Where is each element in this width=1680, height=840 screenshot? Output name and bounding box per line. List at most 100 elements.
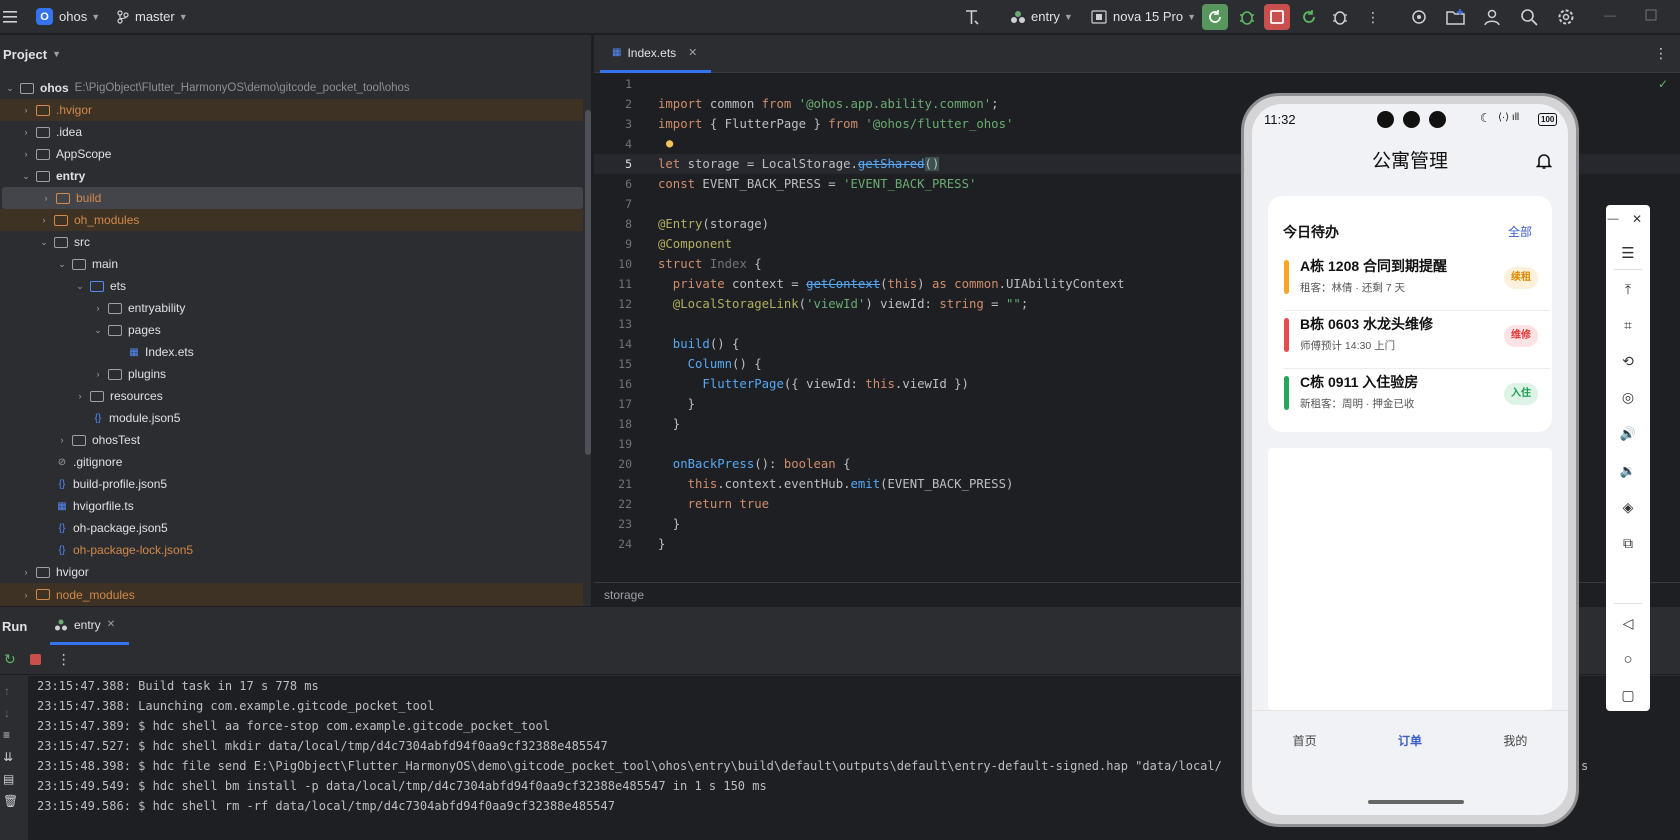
lightbulb-icon[interactable]: ● xyxy=(666,136,673,150)
tree-item-pages[interactable]: ⌄ pages xyxy=(0,319,583,341)
pin-top-icon[interactable]: ⤒ xyxy=(1606,277,1650,301)
tree-item-ets[interactable]: ⌄ ets xyxy=(0,275,583,297)
close-tab-icon[interactable]: ✕ xyxy=(688,46,697,59)
emulator-close-icon[interactable]: ✕ xyxy=(1622,207,1652,231)
run-config-selector[interactable]: entry ▼ xyxy=(1010,9,1073,24)
todo-item[interactable]: A栋 1208 合同到期提醒 租客：林倩 · 还剩 7 天 续租 xyxy=(1268,246,1552,304)
expanded-arrow-icon[interactable]: ⌄ xyxy=(38,237,50,248)
scroll-to-end-icon[interactable]: ⇊ xyxy=(3,750,13,764)
tree-item-main[interactable]: ⌄ main xyxy=(0,253,583,275)
screenshot-icon[interactable]: ◈ xyxy=(1606,495,1650,519)
collapsed-arrow-icon[interactable]: › xyxy=(92,303,104,313)
expanded-arrow-icon[interactable]: ⌄ xyxy=(20,171,32,182)
tree-item-build[interactable]: › build xyxy=(2,187,583,209)
bell-icon[interactable] xyxy=(1535,152,1553,173)
collapsed-arrow-icon[interactable]: › xyxy=(20,567,32,577)
branch-selector[interactable]: master ▼ xyxy=(117,9,188,24)
account-button[interactable] xyxy=(1483,8,1501,29)
view-all-link[interactable]: 全部 xyxy=(1508,223,1532,240)
tree-item-index-ets[interactable]: ▦ Index.ets xyxy=(0,341,583,363)
todo-item[interactable]: B栋 0603 水龙头维修 师傅预计 14:30 上门 维修 xyxy=(1268,304,1552,362)
collapsed-arrow-icon[interactable]: › xyxy=(74,391,86,401)
tree-item-appscope[interactable]: › AppScope xyxy=(0,143,583,165)
print-icon[interactable]: ▤ xyxy=(3,772,14,786)
nav-home[interactable]: 首页 xyxy=(1252,732,1357,749)
home-indicator[interactable] xyxy=(1368,800,1464,804)
phone-screen[interactable]: 11:32 ☾ ⟨·⟩ ıll 100 公寓管理 今日待办 全部 A栋 1208… xyxy=(1252,104,1568,815)
settings-button[interactable] xyxy=(1557,8,1575,29)
tree-item-module-json5[interactable]: {} module.json5 xyxy=(0,407,583,429)
nav-orders[interactable]: 订单 xyxy=(1357,732,1462,749)
search-button[interactable] xyxy=(1520,8,1538,29)
device-selector[interactable]: nova 15 Pro ▼ xyxy=(1091,9,1196,24)
tree-item-oh-package[interactable]: {} oh-package.json5 xyxy=(0,517,583,539)
tree-root[interactable]: ⌄ ohos E:\PigObject\Flutter_HarmonyOS\de… xyxy=(0,77,583,99)
tree-item-hvigor-folder[interactable]: › .hvigor xyxy=(0,99,583,121)
expanded-arrow-icon[interactable]: ⌄ xyxy=(4,83,16,94)
tree-item-node-modules[interactable]: › node_modules xyxy=(0,583,583,606)
nav-mine[interactable]: 我的 xyxy=(1463,732,1568,749)
volume-up-icon[interactable]: 🔊 xyxy=(1606,422,1650,446)
expanded-arrow-icon[interactable]: ⌄ xyxy=(92,325,104,336)
tree-item-ohostest[interactable]: › ohosTest xyxy=(0,429,583,451)
trash-icon[interactable]: 🗑 xyxy=(3,794,18,808)
close-tab-icon[interactable]: ✕ xyxy=(107,619,115,630)
hammer-build-icon[interactable] xyxy=(963,8,981,26)
tree-item-plugins[interactable]: › plugins xyxy=(0,363,583,385)
record-icon[interactable]: ◎ xyxy=(1606,385,1650,409)
project-scrollbar[interactable] xyxy=(585,110,591,455)
more-vertical-icon[interactable]: ⋮ xyxy=(57,651,71,668)
rotate-icon[interactable]: ⟲ xyxy=(1606,349,1650,373)
crop-screenshot-icon[interactable]: ⌗ xyxy=(1606,313,1650,337)
project-selector[interactable]: O ohos ▼ xyxy=(36,8,100,25)
up-arrow-icon[interactable]: ↑ xyxy=(4,684,10,698)
recents-square-icon[interactable]: ▢ xyxy=(1606,683,1650,707)
project-panel-header[interactable]: Project ▼ xyxy=(0,35,591,73)
collapsed-arrow-icon[interactable]: › xyxy=(20,149,32,159)
tree-item-hvigorfile[interactable]: ▦ hvigorfile.ts xyxy=(0,495,583,517)
tree-item-entry[interactable]: ⌄ entry xyxy=(0,165,583,187)
collapsed-arrow-icon[interactable]: › xyxy=(92,369,104,379)
breadcrumb-item[interactable]: storage xyxy=(604,588,644,602)
rerun-button[interactable] xyxy=(1202,4,1228,30)
collapsed-arrow-icon[interactable]: › xyxy=(38,215,50,225)
tree-item-hvigor[interactable]: › hvigor xyxy=(0,561,583,583)
device-manager-button[interactable] xyxy=(1410,8,1428,29)
collapsed-arrow-icon[interactable]: › xyxy=(20,127,32,137)
tree-item-gitignore[interactable]: ⊘ .gitignore xyxy=(0,451,583,473)
run-tab-entry[interactable]: entry ✕ xyxy=(50,607,130,645)
tree-item-build-profile[interactable]: {} build-profile.json5 xyxy=(0,473,583,495)
rerun-icon[interactable]: ↻ xyxy=(4,651,16,668)
collapsed-arrow-icon[interactable]: › xyxy=(20,590,32,600)
soft-wrap-icon[interactable]: ≡ xyxy=(3,728,10,742)
attach-debugger-button[interactable] xyxy=(1331,8,1349,29)
expanded-arrow-icon[interactable]: ⌄ xyxy=(74,281,86,292)
back-triangle-icon[interactable]: ◁ xyxy=(1606,611,1650,635)
tree-item-oh-modules[interactable]: › oh_modules xyxy=(0,209,583,231)
collapsed-arrow-icon[interactable]: › xyxy=(56,435,68,445)
stop-icon[interactable] xyxy=(29,654,41,665)
multi-device-icon[interactable]: ⧉ xyxy=(1606,531,1650,555)
down-arrow-icon[interactable]: ↓ xyxy=(4,706,10,720)
tree-item-oh-package-lock[interactable]: {} oh-package-lock.json5 xyxy=(0,539,583,561)
maximize-window-icon[interactable] xyxy=(1645,9,1657,21)
expanded-arrow-icon[interactable]: ⌄ xyxy=(56,259,68,270)
collapsed-arrow-icon[interactable]: › xyxy=(40,193,52,203)
tree-item-resources[interactable]: › resources xyxy=(0,385,583,407)
apply-changes-button[interactable] xyxy=(1300,8,1318,29)
more-vertical-icon[interactable]: ⋮ xyxy=(1366,9,1380,26)
stop-button[interactable] xyxy=(1264,4,1290,30)
volume-down-icon[interactable]: 🔉 xyxy=(1606,459,1650,483)
tree-item-idea[interactable]: › .idea xyxy=(0,121,583,143)
tree-item-entryability[interactable]: › entryability xyxy=(0,297,583,319)
home-circle-icon[interactable]: ○ xyxy=(1606,647,1650,671)
editor-tab-index-ets[interactable]: ▦ Index.ets ✕ xyxy=(600,35,712,73)
tree-item-src[interactable]: ⌄ src xyxy=(0,231,583,253)
debug-button[interactable] xyxy=(1238,8,1256,29)
editor-more-icon[interactable]: ⋮ xyxy=(1654,45,1668,62)
collapsed-arrow-icon[interactable]: › xyxy=(20,105,32,115)
todo-item[interactable]: C栋 0911 入住验房 新租客：周明 · 押金已收 入住 xyxy=(1268,362,1552,420)
hamburger-menu-icon[interactable] xyxy=(2,9,18,25)
minimize-window-icon[interactable]: — xyxy=(1604,8,1616,22)
sdk-manager-button[interactable] xyxy=(1446,8,1466,29)
